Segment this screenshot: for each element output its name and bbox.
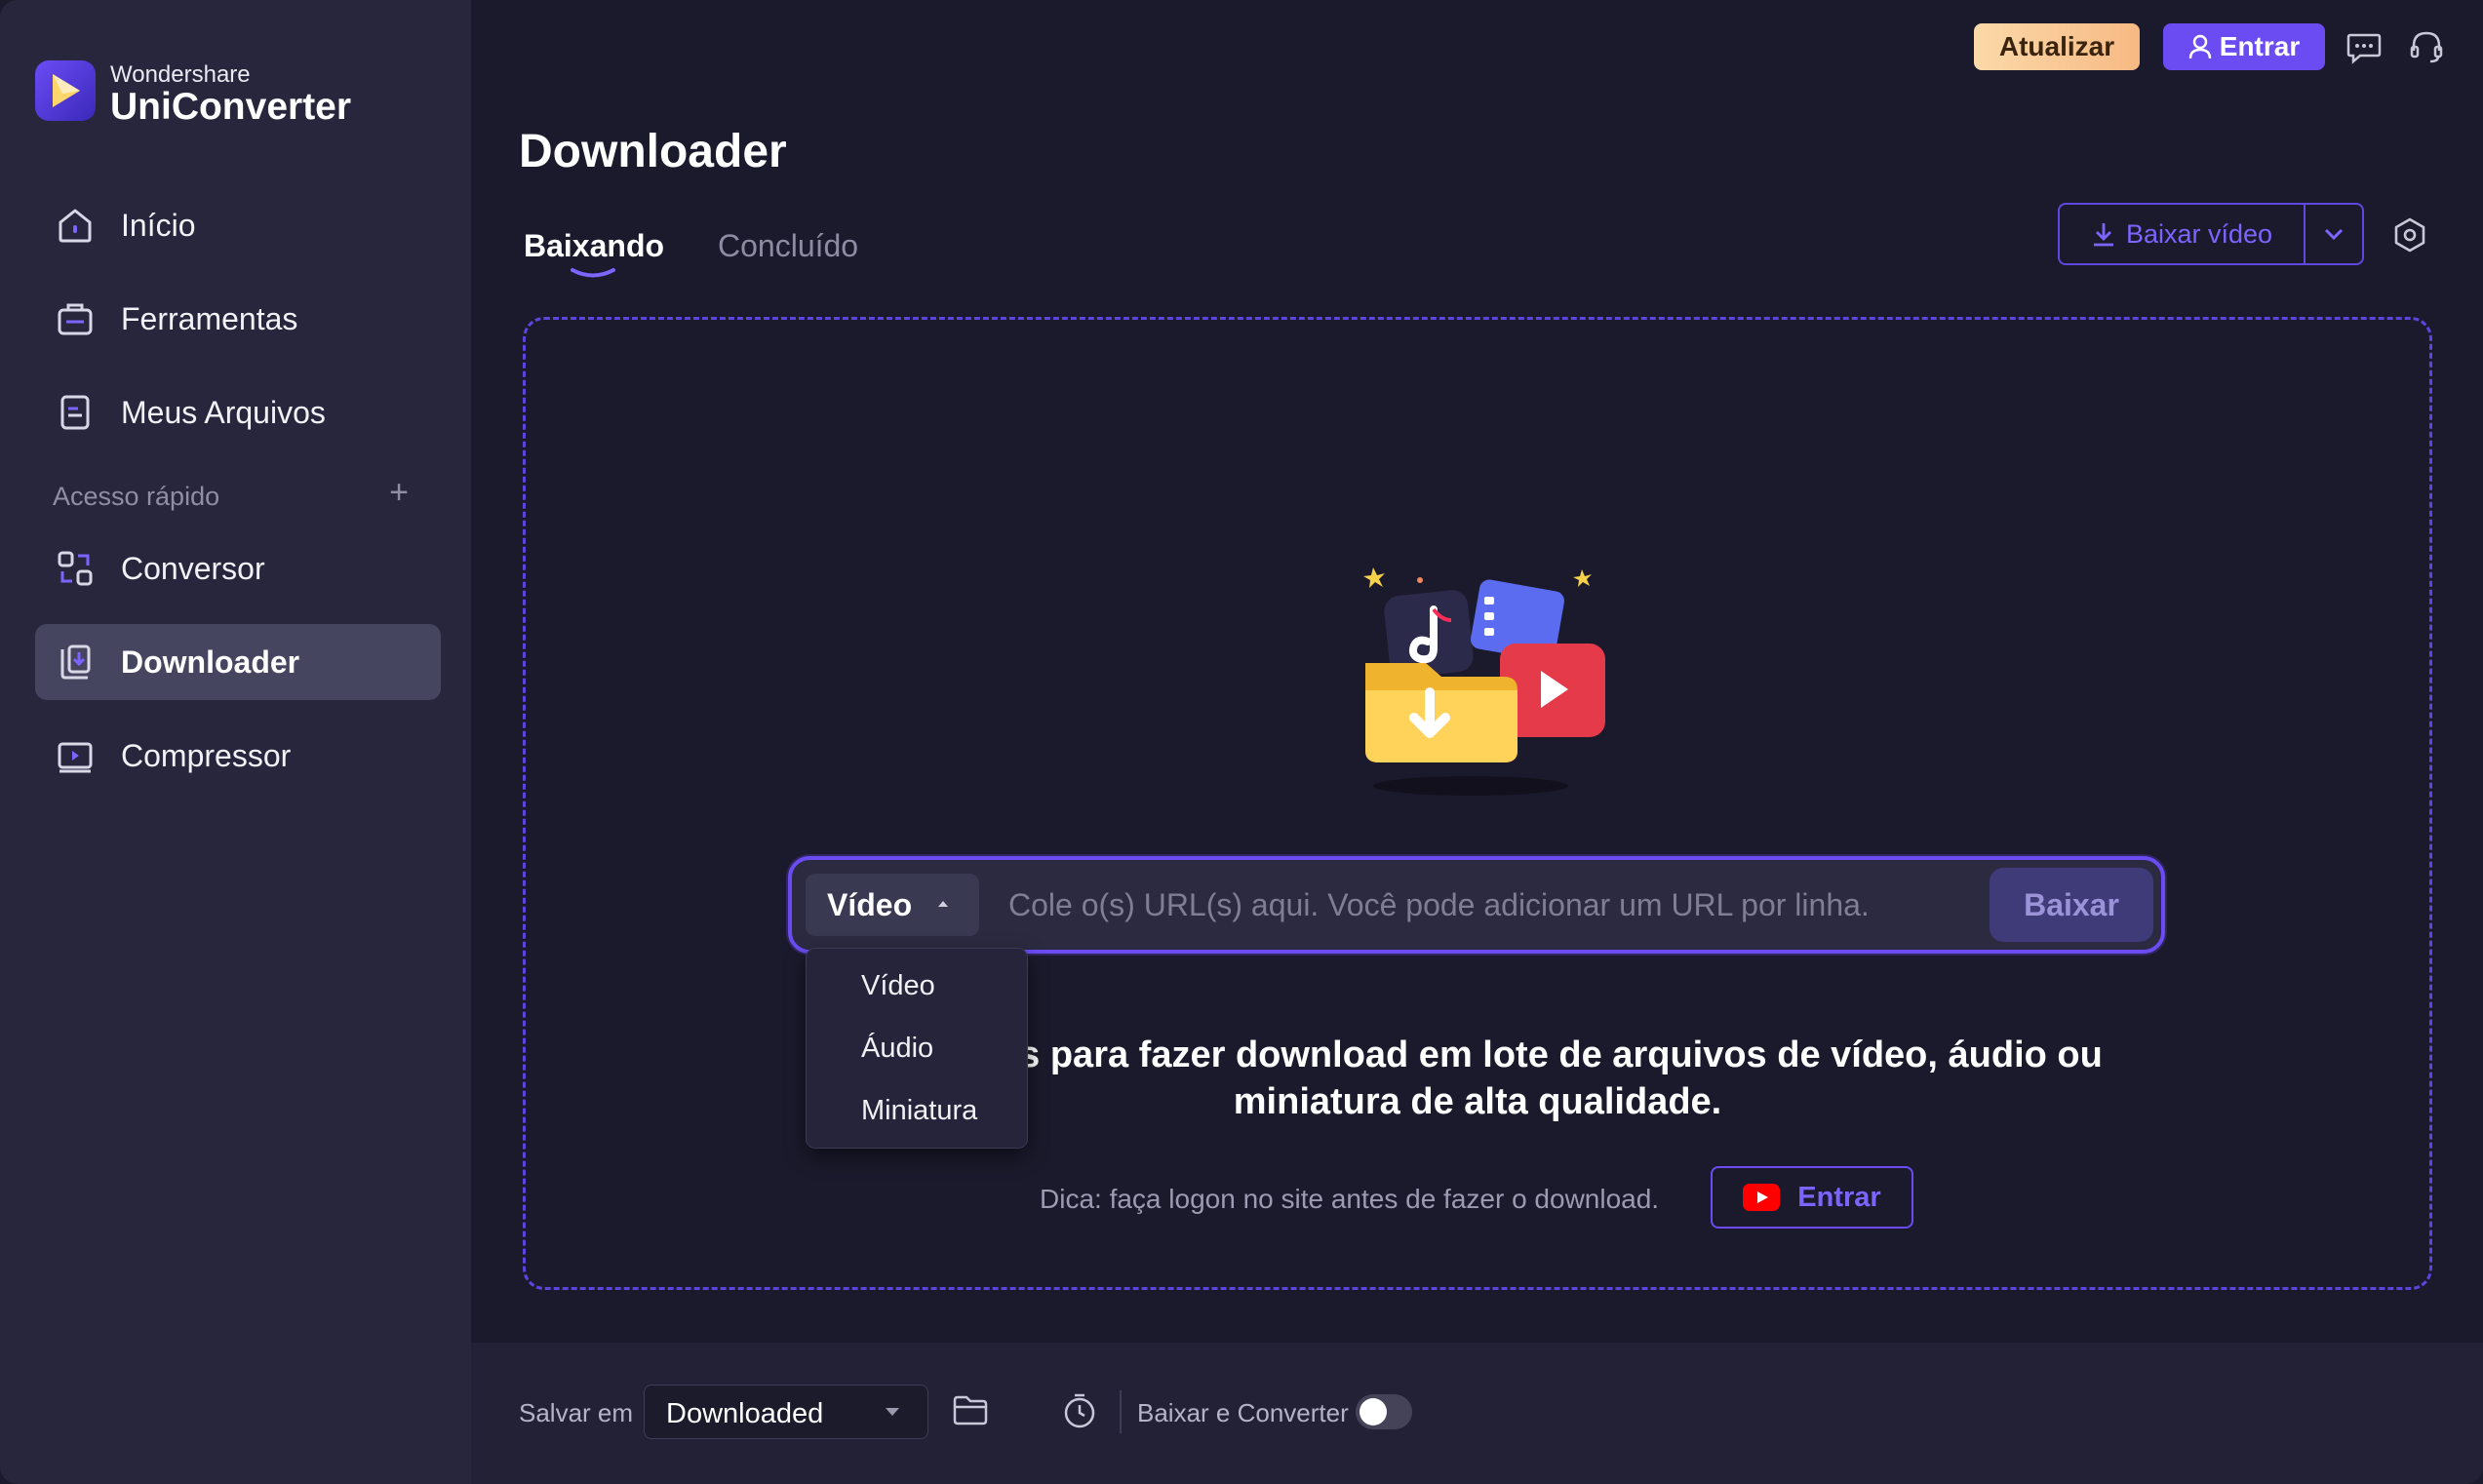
brand-product: UniConverter <box>110 86 352 128</box>
download-type-select[interactable]: Vídeo <box>806 874 979 936</box>
download-folder-illustration-icon <box>1363 567 1605 796</box>
support-headset-icon[interactable] <box>2407 27 2446 66</box>
chat-icon[interactable] <box>2345 27 2384 66</box>
bottom-separator <box>1120 1390 1122 1433</box>
save-location-select[interactable]: Downloaded <box>644 1385 928 1439</box>
file-icon <box>60 395 90 430</box>
dropdown-option-video[interactable]: Vídeo <box>861 970 935 1002</box>
sidebar-item-label: Compressor <box>121 737 292 773</box>
sidebar-item-label: Meus Arquivos <box>121 394 326 430</box>
user-icon <box>2188 34 2212 59</box>
sidebar-item-downloader[interactable]: Downloader <box>35 624 441 700</box>
active-tab-indicator <box>571 268 615 278</box>
schedule-timer-icon[interactable] <box>1061 1392 1098 1429</box>
download-video-button[interactable]: Baixar vídeo <box>2060 205 2304 263</box>
home-icon <box>59 209 92 243</box>
download-convert-label: Baixar e Converter <box>1137 1398 1349 1427</box>
toolbox-icon <box>58 303 93 335</box>
download-icon <box>2093 223 2113 247</box>
login-button-label: Entrar <box>2219 31 2301 61</box>
sidebar-item-compressor[interactable]: Compressor <box>35 718 441 794</box>
app-window: Wondershare UniConverter Início Ferramen… <box>0 0 2483 1484</box>
chevron-down-icon <box>2324 228 2344 241</box>
download-video-label: Baixar vídeo <box>2125 218 2273 249</box>
youtube-login-label: Entrar <box>1797 1181 1881 1213</box>
compressor-icon <box>58 742 93 773</box>
caret-up-icon <box>938 901 948 907</box>
sidebar-item-inicio[interactable]: Início <box>35 187 441 263</box>
converter-icon <box>58 551 93 586</box>
sidebar-item-meus-arquivos[interactable]: Meus Arquivos <box>35 374 441 450</box>
youtube-icon <box>1743 1184 1781 1211</box>
dropdown-option-audio[interactable]: Áudio <box>861 1033 933 1065</box>
dropdown-option-thumbnail[interactable]: Miniatura <box>861 1095 977 1127</box>
toggle-knob <box>1360 1398 1387 1425</box>
settings-icon[interactable] <box>2391 216 2428 254</box>
sidebar: Wondershare UniConverter Início Ferramen… <box>0 0 471 1484</box>
sidebar-item-ferramentas[interactable]: Ferramentas <box>35 281 441 357</box>
save-location-value: Downloaded <box>666 1398 824 1429</box>
sidebar-item-label: Ferramentas <box>121 300 298 336</box>
download-video-split-button: Baixar vídeo <box>2058 203 2364 265</box>
sidebar-item-label: Downloader <box>121 644 300 680</box>
download-button[interactable]: Baixar <box>1990 868 2153 942</box>
youtube-login-button[interactable]: Entrar <box>1711 1166 1913 1229</box>
upgrade-button[interactable]: Atualizar <box>1974 23 2140 70</box>
app-logo <box>35 60 96 121</box>
tab-baixando[interactable]: Baixando <box>524 228 664 264</box>
tab-concluido[interactable]: Concluído <box>718 228 858 264</box>
downloader-icon <box>60 644 91 680</box>
download-convert-toggle[interactable] <box>1356 1394 1412 1429</box>
open-folder-icon[interactable] <box>952 1392 989 1427</box>
save-location-label: Salvar em <box>519 1398 634 1427</box>
page-title: Downloader <box>519 126 787 177</box>
download-type-dropdown: Vídeo Áudio Miniatura <box>806 948 1028 1149</box>
add-quick-access-icon[interactable]: + <box>384 476 414 509</box>
brand-company: Wondershare <box>110 61 251 88</box>
login-button[interactable]: Entrar <box>2163 23 2325 70</box>
url-input-bar: Vídeo Cole o(s) URL(s) aqui. Você pode a… <box>788 856 2165 954</box>
sidebar-item-conversor[interactable]: Conversor <box>35 530 441 606</box>
caret-down-icon <box>886 1408 899 1416</box>
download-options-dropdown[interactable] <box>2306 205 2362 263</box>
login-tip: Dica: faça logon no site antes de fazer … <box>1040 1184 1660 1214</box>
play-logo-icon <box>53 74 80 107</box>
sidebar-item-label: Início <box>121 207 196 243</box>
sidebar-item-label: Conversor <box>121 550 265 586</box>
quick-access-label: Acesso rápido <box>53 482 220 511</box>
url-input[interactable]: Cole o(s) URL(s) aqui. Você pode adicion… <box>1008 887 1870 923</box>
download-type-value: Vídeo <box>827 886 913 922</box>
